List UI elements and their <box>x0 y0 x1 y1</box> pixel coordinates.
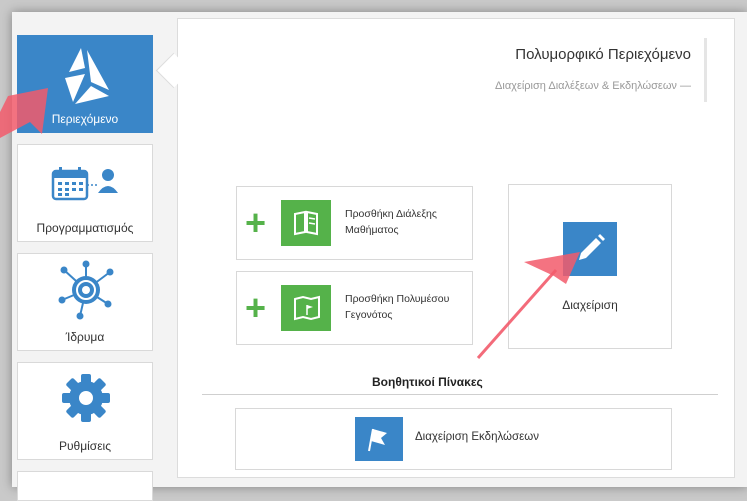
map-flag-icon <box>281 285 331 331</box>
sidebar-item-settings[interactable]: Ρυθμίσεις <box>17 362 153 460</box>
manage-events-button[interactable]: Διαχείριση Εκδηλώσεων <box>235 408 672 470</box>
plus-icon: + <box>245 287 267 328</box>
plus-icon: + <box>245 202 267 243</box>
manage-events-label: Διαχείριση Εκδηλώσεων <box>415 431 539 443</box>
aux-tables-title: Βοηθητικοί Πίνακες <box>372 375 483 389</box>
page-title: Πολυμορφικό Περιεχόμενο <box>515 46 691 63</box>
arrow-overlay-left <box>0 88 48 138</box>
book-icon <box>281 200 331 246</box>
content-logo-icon <box>65 48 109 104</box>
add-event-label: Προσθήκη Πολυμέσου Γεγονότος <box>345 293 450 321</box>
add-lecture-button[interactable]: + Προσθήκη Διάλεξης Μαθήματος <box>236 186 473 260</box>
gear-icon <box>62 374 110 422</box>
sidebar-item-label: Ρυθμίσεις <box>58 439 112 453</box>
sidebar-item-more[interactable] <box>17 471 153 501</box>
page-subtitle: Διαχείριση Διαλέξεων & Εκδηλώσεων — <box>495 80 691 92</box>
arrow-overlay-right <box>476 252 580 359</box>
institution-network-icon <box>58 260 114 320</box>
scroll-indicator <box>704 38 707 102</box>
calendar-user-icon <box>51 167 118 201</box>
section-divider <box>202 394 718 395</box>
flag-icon <box>355 417 403 461</box>
add-lecture-label: Προσθήκη Διάλεξης Μαθήματος <box>345 208 437 236</box>
sidebar-item-label: Ίδρυμα <box>65 330 105 344</box>
sidebar-item-label: Προγραμματισμός <box>36 221 134 235</box>
sidebar-item-institution[interactable]: Ίδρυμα <box>17 253 153 351</box>
add-event-button[interactable]: + Προσθήκη Πολυμέσου Γεγονότος <box>236 271 473 345</box>
